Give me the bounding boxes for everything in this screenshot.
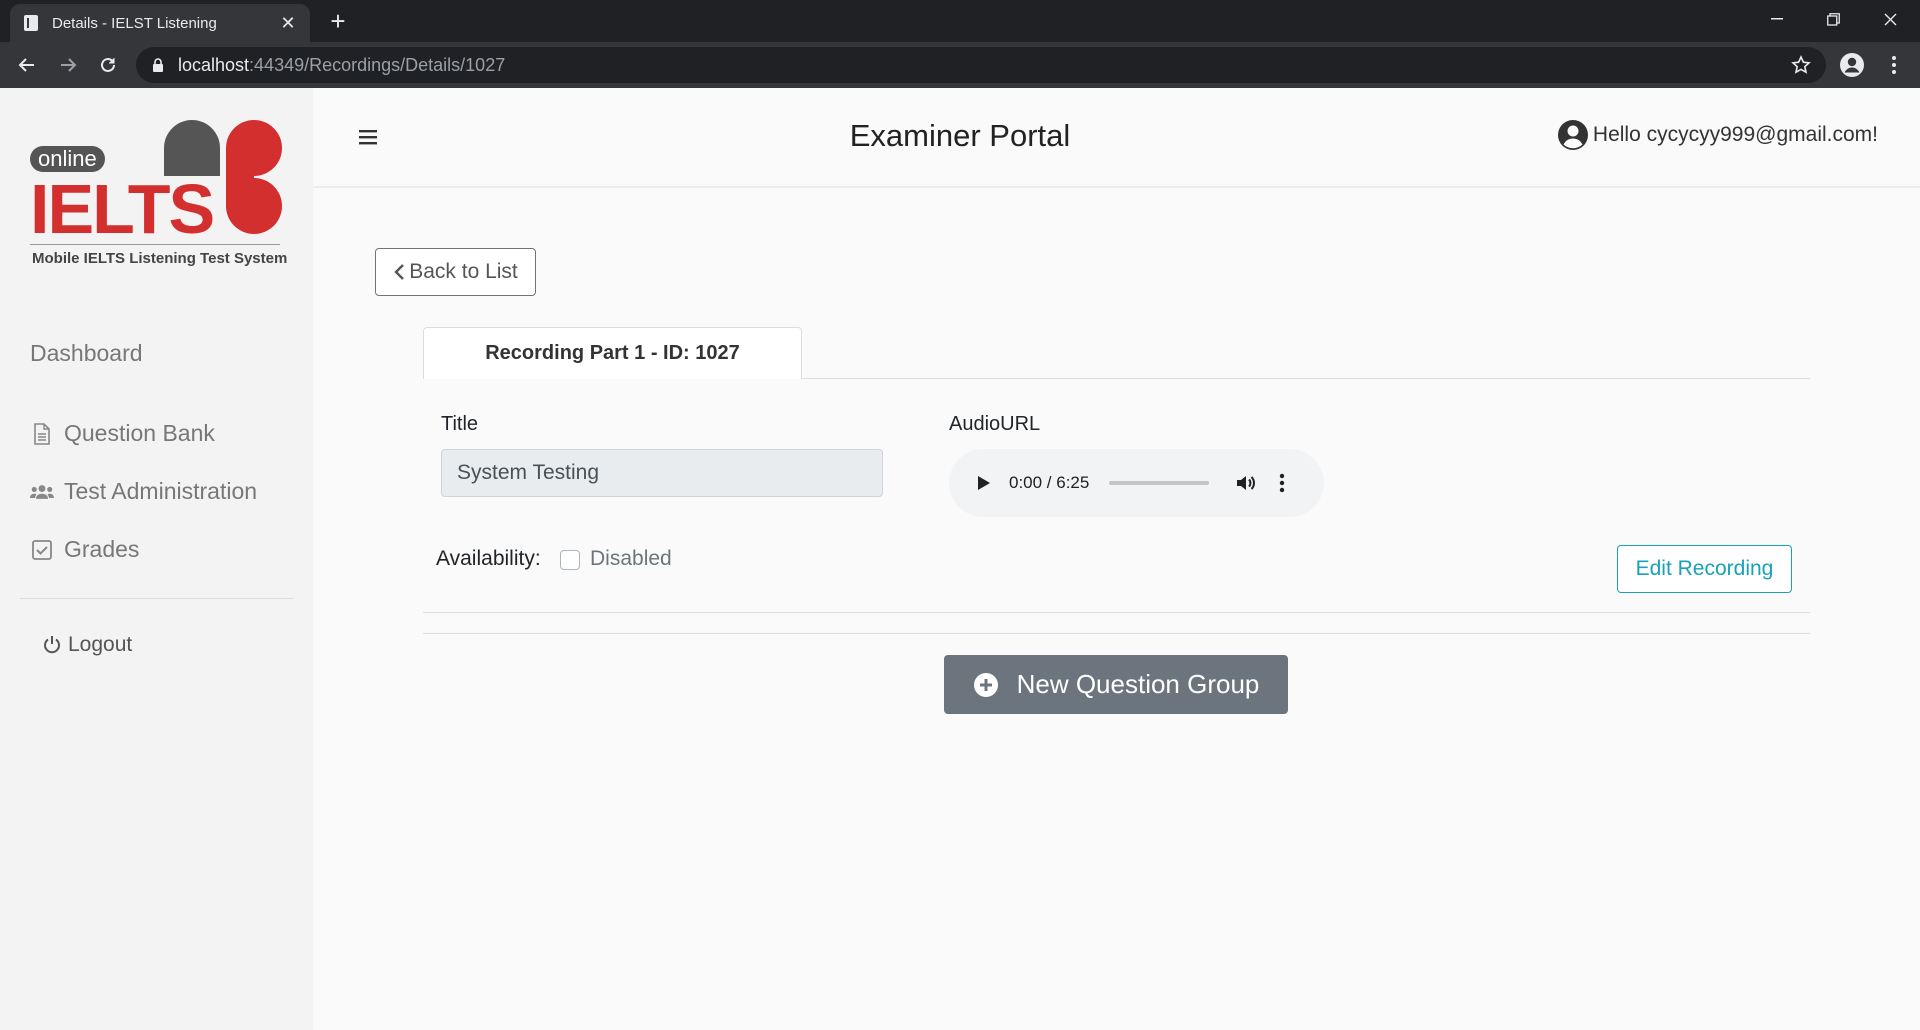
edit-recording-button[interactable]: Edit Recording (1617, 545, 1792, 593)
lock-icon (153, 58, 163, 72)
restore-icon[interactable] (1805, 0, 1861, 38)
profile-icon[interactable] (1838, 51, 1866, 79)
minimize-icon[interactable] (1749, 0, 1805, 38)
sidebar-item-logout[interactable]: Logout (42, 633, 132, 657)
sidebar-item-label: Question Bank (64, 420, 215, 446)
logo-online-badge: online (30, 146, 105, 172)
title-field[interactable]: System Testing (441, 449, 883, 497)
sidebar-divider (20, 598, 294, 599)
document-icon (30, 422, 54, 446)
greeting-text: Hello cycycyy999@gmail.com! (1592, 123, 1878, 146)
back-to-list-label: Back to List (409, 260, 518, 283)
section-divider (423, 612, 1810, 613)
title-value: System Testing (457, 461, 600, 484)
sidebar-item-label: Dashboard (30, 340, 143, 366)
close-tab-icon[interactable]: ✕ (278, 13, 298, 33)
section-divider (423, 633, 1810, 634)
tab-recording-part[interactable]: Recording Part 1 - ID: 1027 (423, 327, 802, 379)
url-host: localhost (178, 54, 250, 75)
sidebar-item-question-bank[interactable]: Question Bank (30, 420, 215, 447)
url-path: :44349/Recordings/Details/1027 (249, 54, 506, 75)
users-icon (30, 480, 54, 504)
new-question-group-button[interactable]: New Question Group (944, 655, 1288, 714)
checkbox-icon (30, 538, 54, 562)
sidebar-item-test-administration[interactable]: Test Administration (30, 478, 257, 505)
browser-toolbar: localhost:44349/Recordings/Details/1027 (0, 42, 1920, 88)
ielts-logo[interactable]: online IELTS Mobile IELTS Listening Test… (30, 118, 288, 268)
new-tab-icon[interactable]: + (324, 8, 352, 36)
browser-menu-icon[interactable] (1880, 51, 1908, 79)
page-header: Examiner Portal Hello cycycyy999@gmail.c… (313, 88, 1920, 188)
address-bar[interactable]: localhost:44349/Recordings/Details/1027 (136, 47, 1826, 83)
page-icon (24, 15, 38, 31)
reload-icon[interactable] (94, 51, 122, 79)
plus-circle-icon (973, 672, 998, 697)
bookmark-star-icon[interactable] (1787, 51, 1815, 79)
forward-arrow-icon[interactable] (54, 51, 82, 79)
back-to-list-button[interactable]: Back to List (375, 248, 536, 296)
audio-player[interactable]: 0:00 / 6:25 (949, 449, 1324, 517)
new-question-group-label: New Question Group (1016, 669, 1260, 699)
audio-progress-bar[interactable] (1109, 481, 1210, 485)
page-title: Examiner Portal (849, 118, 1071, 153)
sidebar-item-grades[interactable]: Grades (30, 536, 139, 563)
logo-tagline: Mobile IELTS Listening Test System (32, 250, 288, 267)
sidebar-item-label: Test Administration (64, 478, 258, 504)
close-window-icon[interactable] (1862, 0, 1918, 38)
user-avatar-icon (1557, 120, 1588, 150)
sidebar-item-label: Grades (64, 536, 140, 562)
audio-url-label: AudioURL (949, 413, 1041, 435)
availability-value: Disabled (590, 547, 672, 570)
title-label: Title (441, 413, 479, 435)
browser-tab[interactable]: Details - IELST Listening ✕ (10, 4, 310, 42)
back-arrow-icon[interactable] (13, 51, 41, 79)
availability-label: Availability: (436, 547, 541, 570)
sidebar-item-label: Logout (68, 633, 133, 656)
volume-icon[interactable] (1235, 472, 1257, 494)
sidebar: online IELTS Mobile IELTS Listening Test… (0, 88, 313, 1030)
user-greeting[interactable]: Hello cycycyy999@gmail.com! (1557, 119, 1878, 151)
browser-tab-bar: Details - IELST Listening ✕ + (0, 0, 1920, 42)
audio-time: 0:00 / 6:25 (1009, 473, 1090, 492)
logo-divider (30, 244, 280, 245)
sidebar-item-dashboard[interactable]: Dashboard (30, 340, 143, 367)
power-icon (42, 633, 62, 657)
logo-wordmark: IELTS (30, 170, 215, 248)
chevron-left-icon (394, 264, 405, 280)
tab-title: Details - IELST Listening (52, 14, 217, 32)
availability-checkbox[interactable] (560, 550, 580, 570)
more-options-icon[interactable] (1279, 473, 1285, 493)
play-icon[interactable] (977, 475, 991, 491)
